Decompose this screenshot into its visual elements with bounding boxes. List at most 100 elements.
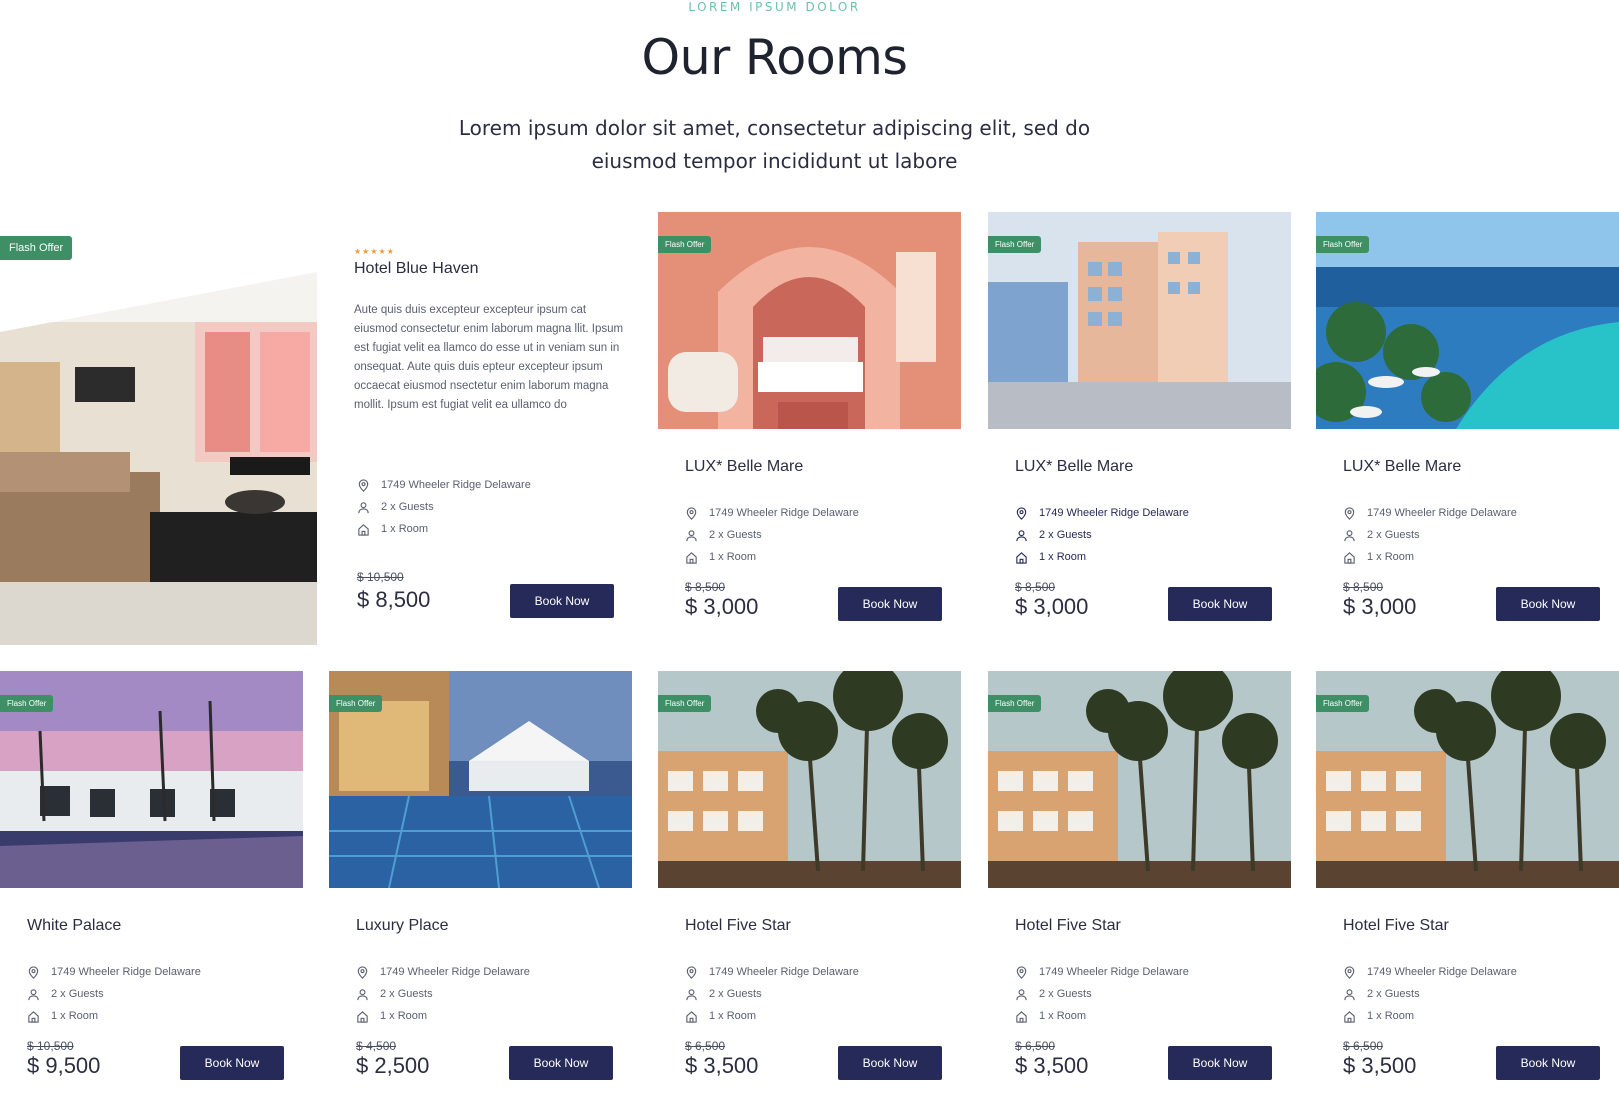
old-price: $ 8,500 [685, 580, 726, 594]
room-name[interactable]: Hotel Five Star [1343, 917, 1449, 935]
old-price: $ 6,500 [1343, 1039, 1384, 1053]
book-now-button[interactable]: Book Now [1168, 1046, 1272, 1080]
room-name[interactable]: Hotel Blue Haven [354, 260, 624, 278]
address-text: 1749 Wheeler Ridge Delaware [381, 479, 531, 491]
flash-offer-badge: Flash Offer [658, 695, 712, 712]
guests-text: 2 x Guests [709, 529, 762, 541]
section-title: Our Rooms [641, 29, 908, 86]
address-text: 1749 Wheeler Ridge Delaware [1367, 966, 1517, 978]
person-icon [1343, 988, 1356, 1001]
room-name[interactable]: White Palace [27, 917, 121, 935]
person-icon [685, 988, 698, 1001]
old-price: $ 8,500 [1015, 580, 1056, 594]
old-price: $ 10,500 [27, 1039, 74, 1053]
old-price: $ 10,500 [357, 570, 404, 584]
guests-text: 2 x Guests [380, 988, 433, 1000]
section-subtitle: Lorem ipsum dolor sit amet, consectetur … [458, 116, 1091, 173]
book-now-button[interactable]: Book Now [509, 1046, 613, 1080]
rooms-text: 1 x Room [51, 1010, 99, 1022]
flash-offer-badge: Flash Offer [329, 695, 383, 712]
book-now-button[interactable]: Book Now [838, 1046, 942, 1080]
room-name[interactable]: LUX* Belle Mare [685, 458, 803, 476]
location-pin-icon [356, 965, 369, 979]
home-icon [685, 1010, 698, 1023]
address-text: 1749 Wheeler Ridge Delaware [1039, 507, 1189, 519]
room-name[interactable]: LUX* Belle Mare [1343, 458, 1461, 476]
current-price: $ 3,500 [685, 1053, 759, 1078]
guests-text: 2 x Guests [1367, 988, 1420, 1000]
book-now-button[interactable]: Book Now [510, 584, 614, 618]
section-eyebrow: LOREM IPSUM DOLOR [688, 0, 861, 14]
current-price: $ 3,000 [1015, 594, 1089, 619]
home-icon [1015, 551, 1028, 564]
person-icon [27, 988, 40, 1001]
book-now-button[interactable]: Book Now [1168, 587, 1272, 621]
current-price: $ 3,500 [1343, 1053, 1417, 1078]
rooms-text: 1 x Room [1367, 1010, 1415, 1022]
location-pin-icon [1343, 965, 1356, 979]
rooms-text: 1 x Room [709, 1010, 757, 1022]
address-text: 1749 Wheeler Ridge Delaware [709, 966, 859, 978]
person-icon [685, 529, 698, 542]
book-now-button[interactable]: Book Now [838, 587, 942, 621]
flash-offer-badge: Flash Offer [0, 236, 73, 260]
current-price: $ 2,500 [356, 1053, 430, 1078]
location-pin-icon [685, 506, 698, 520]
rooms-text: 1 x Room [380, 1010, 428, 1022]
old-price: $ 8,500 [1343, 580, 1384, 594]
address-text: 1749 Wheeler Ridge Delaware [51, 966, 201, 978]
room-name[interactable]: Luxury Place [356, 917, 449, 935]
guests-text: 2 x Guests [51, 988, 104, 1000]
old-price: $ 6,500 [1015, 1039, 1056, 1053]
person-icon [1015, 529, 1028, 542]
rooms-text: 1 x Room [381, 523, 429, 535]
flash-offer-badge: Flash Offer [1316, 695, 1370, 712]
room-name[interactable]: Hotel Five Star [1015, 917, 1121, 935]
home-icon [356, 1010, 369, 1023]
location-pin-icon [685, 965, 698, 979]
room-name[interactable]: LUX* Belle Mare [1015, 458, 1133, 476]
flash-offer-badge: Flash Offer [988, 695, 1042, 712]
location-pin-icon [1343, 506, 1356, 520]
current-price: $ 3,000 [685, 594, 759, 619]
book-now-button[interactable]: Book Now [1496, 587, 1600, 621]
room-name[interactable]: Hotel Five Star [685, 917, 791, 935]
flash-offer-badge: Flash Offer [1316, 236, 1370, 253]
room-description: Aute quis duis excepteur excepteur ipsum… [354, 304, 624, 411]
address-text: 1749 Wheeler Ridge Delaware [1367, 507, 1517, 519]
home-icon [1343, 551, 1356, 564]
current-price: $ 3,000 [1343, 594, 1417, 619]
guests-text: 2 x Guests [1039, 529, 1092, 541]
guests-text: 2 x Guests [709, 988, 762, 1000]
guests-text: 2 x Guests [381, 501, 434, 513]
home-icon [685, 551, 698, 564]
current-price: $ 8,500 [357, 587, 431, 612]
person-icon [1015, 988, 1028, 1001]
current-price: $ 9,500 [27, 1053, 101, 1078]
guests-text: 2 x Guests [1039, 988, 1092, 1000]
flash-offer-badge: Flash Offer [988, 236, 1042, 253]
old-price: $ 4,500 [356, 1039, 397, 1053]
flash-offer-badge: Flash Offer [0, 695, 54, 712]
address-text: 1749 Wheeler Ridge Delaware [1039, 966, 1189, 978]
book-now-button[interactable]: Book Now [1496, 1046, 1600, 1080]
location-pin-icon [357, 478, 370, 492]
location-pin-icon [1015, 506, 1028, 520]
home-icon [1343, 1010, 1356, 1023]
rooms-text: 1 x Room [1039, 1010, 1087, 1022]
person-icon [1343, 529, 1356, 542]
book-now-button[interactable]: Book Now [180, 1046, 284, 1080]
rooms-text: 1 x Room [709, 551, 757, 563]
star-rating: ★★★★★ [354, 247, 395, 256]
rooms-text: 1 x Room [1039, 551, 1087, 563]
home-icon [27, 1010, 40, 1023]
rooms-text: 1 x Room [1367, 551, 1415, 563]
location-pin-icon [1015, 965, 1028, 979]
address-text: 1749 Wheeler Ridge Delaware [709, 507, 859, 519]
current-price: $ 3,500 [1015, 1053, 1089, 1078]
featured-room-photo[interactable] [0, 212, 317, 645]
location-pin-icon [27, 965, 40, 979]
flash-offer-badge: Flash Offer [658, 236, 712, 253]
old-price: $ 6,500 [685, 1039, 726, 1053]
home-icon [357, 523, 370, 536]
